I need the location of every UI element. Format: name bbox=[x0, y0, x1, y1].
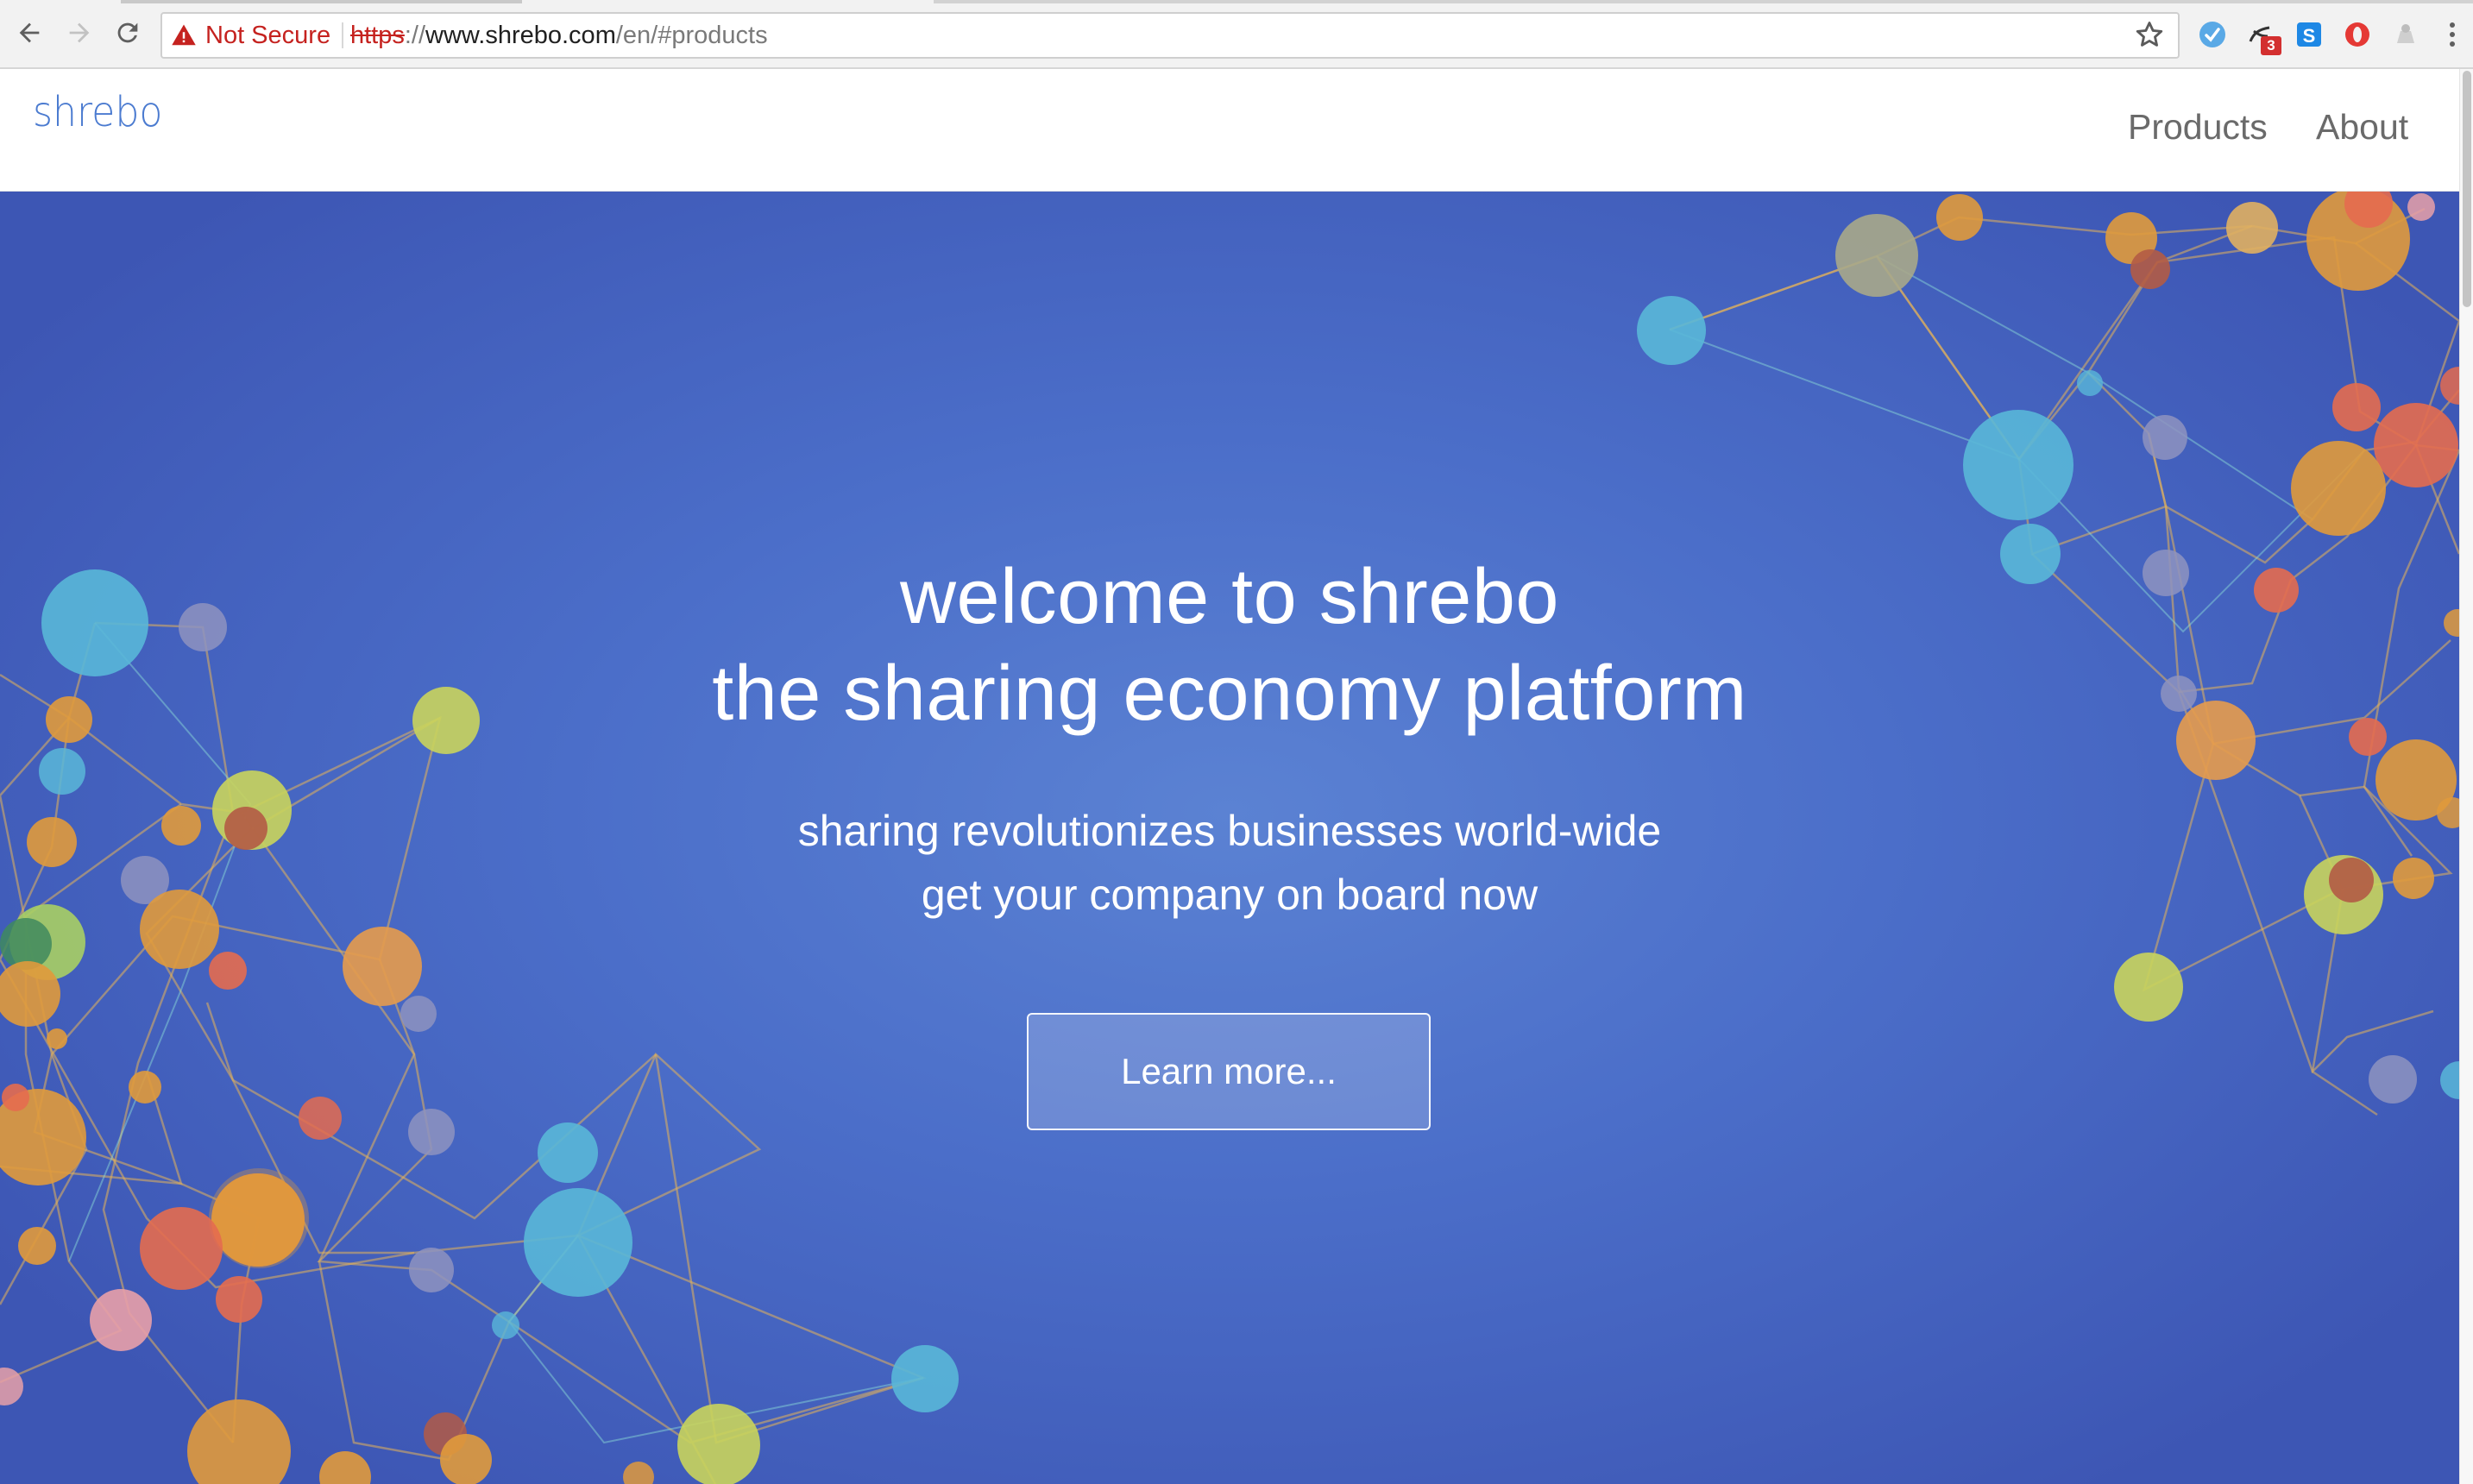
hero-section: welcome to shrebo the sharing economy pl… bbox=[0, 192, 2459, 1484]
hero-title-line2: the sharing economy platform bbox=[712, 651, 1747, 737]
browser-toolbar: Not Secure https://www.shrebo.com/en/#pr… bbox=[0, 0, 2473, 69]
security-label: Not Secure bbox=[205, 21, 331, 49]
svg-text:S: S bbox=[2303, 25, 2316, 47]
hero-subtitle-line2: get your company on board now bbox=[921, 871, 1539, 919]
hero-subtitle-line1: sharing revolutionizes businesses world-… bbox=[797, 807, 1662, 855]
reload-icon[interactable] bbox=[110, 16, 145, 50]
nav-products-link[interactable]: Products bbox=[2128, 107, 2268, 148]
extension-3-icon[interactable]: S bbox=[2294, 19, 2325, 50]
site-header: shrebo Products About bbox=[0, 69, 2459, 192]
back-arrow-icon[interactable] bbox=[12, 16, 47, 50]
security-indicator[interactable]: Not Secure bbox=[171, 14, 330, 57]
url-text[interactable]: https://www.shrebo.com/en/#products bbox=[350, 14, 768, 57]
tab-strip bbox=[934, 0, 2473, 3]
extension-1-icon[interactable] bbox=[2197, 19, 2228, 50]
url-path: /en/#products bbox=[615, 21, 768, 49]
learn-more-button[interactable]: Learn more... bbox=[1027, 1013, 1431, 1130]
nav-about-link[interactable]: About bbox=[2316, 107, 2408, 148]
omnibox-divider bbox=[342, 22, 343, 48]
bookmark-star-icon[interactable] bbox=[2133, 18, 2166, 51]
scrollbar-thumb[interactable] bbox=[2463, 71, 2471, 307]
url-separator: :// bbox=[404, 21, 426, 49]
more-menu-icon[interactable] bbox=[2444, 17, 2461, 52]
site-logo[interactable]: shrebo bbox=[33, 88, 162, 136]
forward-arrow-icon[interactable] bbox=[62, 16, 97, 50]
tab-strip bbox=[121, 0, 522, 3]
hero-title-line1: welcome to shrebo bbox=[900, 554, 1559, 640]
extension-badge: 3 bbox=[2261, 36, 2281, 55]
address-bar[interactable]: Not Secure https://www.shrebo.com/en/#pr… bbox=[160, 12, 2180, 59]
url-scheme: https bbox=[350, 21, 405, 49]
opera-icon[interactable] bbox=[2342, 19, 2373, 50]
extension-5-icon[interactable] bbox=[2390, 19, 2421, 50]
page-scrollbar[interactable] bbox=[2459, 69, 2473, 1484]
url-host: www.shrebo.com bbox=[425, 21, 616, 49]
warning-triangle-icon bbox=[172, 24, 196, 46]
